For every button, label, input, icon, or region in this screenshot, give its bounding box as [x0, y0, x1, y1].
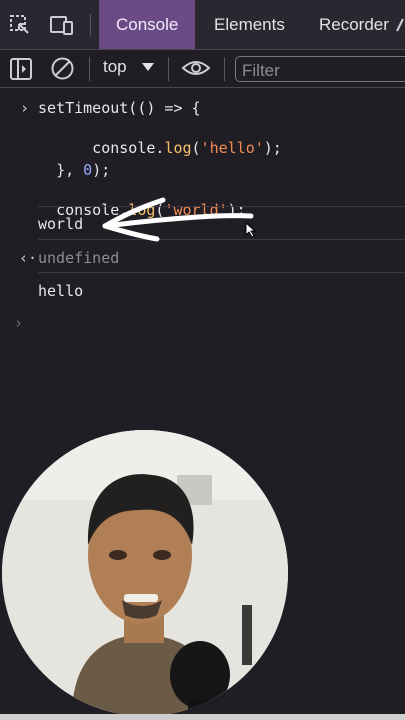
webcam-overlay: [2, 430, 288, 716]
devtools-tab-bar: Console Elements Recorder: [0, 0, 405, 50]
annotation-arrow-icon: [95, 196, 255, 244]
console-input-line-3: }, 0);: [38, 143, 110, 179]
clear-console-icon[interactable]: [50, 56, 75, 81]
tab-recorder[interactable]: Recorder: [319, 0, 389, 49]
toolbar-separator: [224, 57, 225, 81]
inspect-element-icon[interactable]: [8, 13, 32, 37]
device-toolbar-icon[interactable]: [49, 13, 75, 37]
mouse-cursor-icon: [245, 221, 257, 238]
console-input-line-1: setTimeout(() => {: [38, 99, 201, 117]
tab-elements[interactable]: Elements: [214, 0, 285, 49]
code-end: );: [92, 161, 111, 179]
console-prompt-icon[interactable]: ›: [14, 314, 23, 332]
toolbar-separator: [168, 57, 169, 81]
code-end: );: [263, 139, 282, 157]
return-value-icon: ‹·: [19, 249, 38, 267]
console-output-world: world: [38, 215, 84, 233]
chevron-down-icon[interactable]: [141, 61, 155, 73]
code-number: 0: [83, 161, 93, 179]
row-divider: [38, 272, 405, 273]
webcam-person-image: [2, 430, 288, 716]
code-close: },: [56, 161, 84, 179]
tab-console[interactable]: Console: [99, 0, 196, 49]
console-return-undefined: undefined: [38, 249, 120, 267]
console-output-hello: hello: [38, 282, 84, 300]
tab-separator: [90, 14, 91, 36]
toolbar-separator: [89, 57, 90, 81]
input-prompt-icon: ›: [20, 99, 30, 117]
sidebar-toggle-icon[interactable]: [9, 57, 33, 81]
code-string-hello: 'hello': [200, 139, 264, 157]
eye-icon[interactable]: [181, 57, 211, 79]
context-selector-label[interactable]: top: [103, 57, 127, 77]
code-paren: (: [191, 139, 201, 157]
recorder-icon[interactable]: [395, 15, 405, 35]
filter-input[interactable]: Filter: [235, 56, 405, 82]
bottom-strip: [0, 714, 405, 720]
code-log: log: [164, 139, 192, 157]
